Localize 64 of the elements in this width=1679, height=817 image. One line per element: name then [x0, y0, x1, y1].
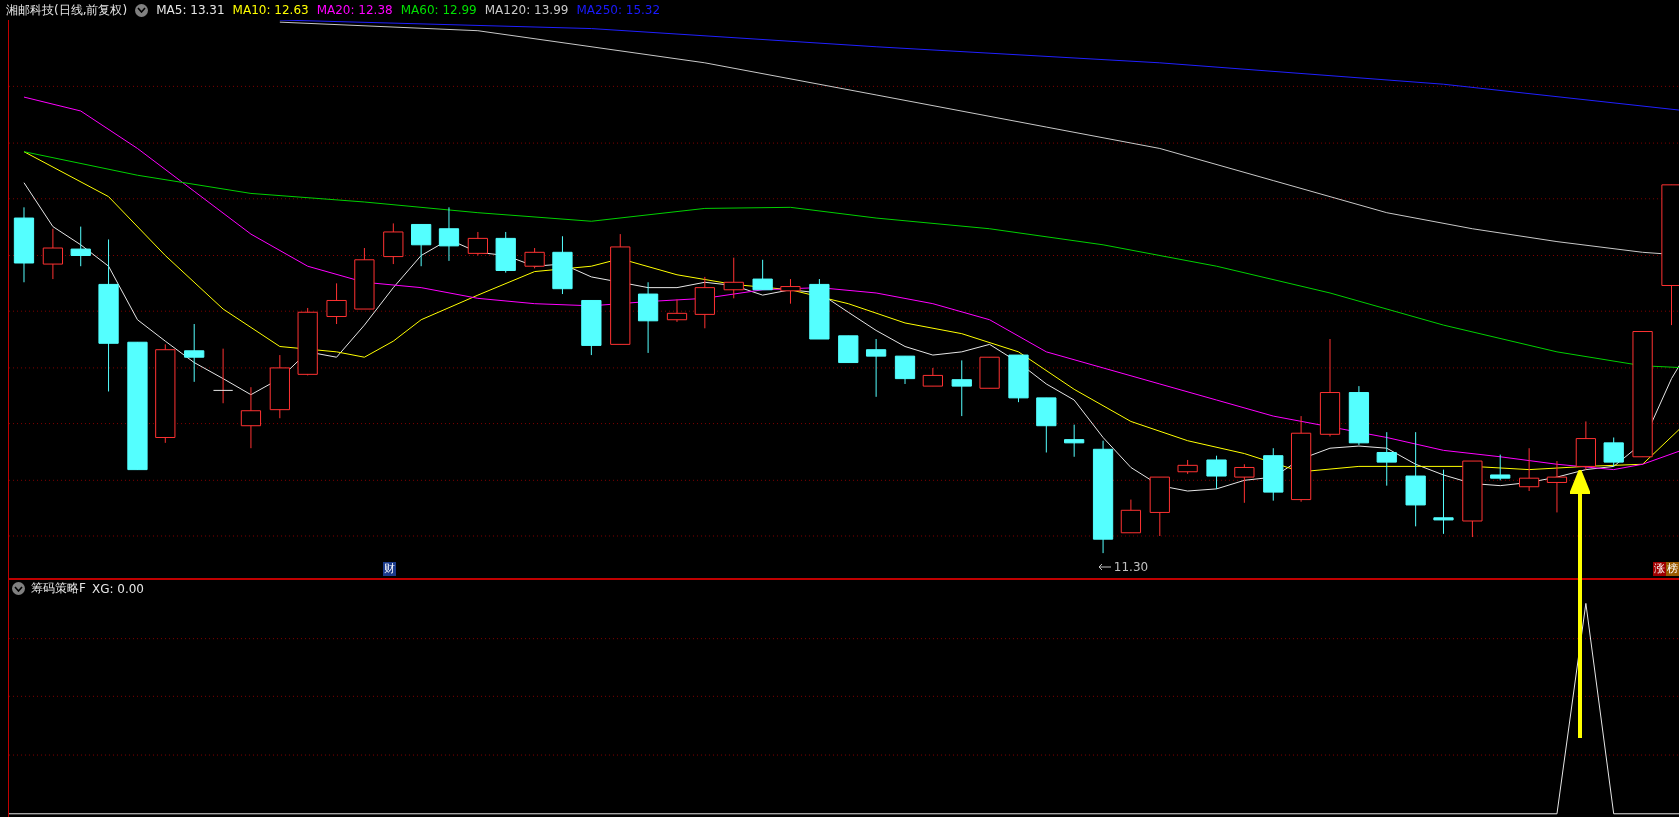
candlestick [1008, 354, 1029, 403]
candlestick [637, 282, 659, 354]
candlestick [411, 224, 432, 267]
up-arrow-icon [1570, 470, 1590, 738]
dropdown-caret-icon[interactable] [135, 3, 149, 17]
candlestick [438, 207, 460, 262]
indicator-title: 筹码策略F [31, 580, 86, 597]
candlestick [951, 360, 972, 417]
candlestick [42, 228, 64, 280]
moving-average-label: MA60: 12.99 [400, 3, 477, 18]
moving-average-label: MA20: 12.38 [316, 3, 393, 18]
candlestick [1575, 421, 1596, 471]
candlestick [383, 223, 404, 265]
moving-average-label: MA5: 13.31 [156, 3, 225, 18]
candlestick [1519, 447, 1540, 492]
candlestick [838, 335, 859, 364]
candlestick [326, 283, 347, 325]
candlestick [752, 259, 773, 291]
candlestick [1376, 431, 1397, 487]
candlestick [1490, 454, 1511, 482]
candlestick [780, 278, 801, 305]
moving-average-label: MA120: 13.99 [484, 3, 569, 18]
stock-title: 湘邮科技(日线,前复权) [6, 1, 128, 19]
candlestick [1149, 476, 1170, 537]
candlestick [1263, 447, 1284, 502]
candlestick [1036, 397, 1057, 454]
low-price-value: 11.30 [1113, 560, 1149, 574]
candlestick [70, 226, 91, 267]
candlestick [979, 357, 1000, 389]
indicator-reading: XG: 0.00 [91, 581, 144, 596]
candlestick [495, 231, 516, 274]
candlestick [723, 257, 744, 300]
moving-average-label: MA250: 15.32 [576, 3, 661, 18]
candlestick [1120, 499, 1142, 534]
candlestick [212, 348, 234, 404]
event-marker[interactable]: 财 [383, 562, 397, 576]
candlestick [1603, 437, 1624, 468]
candlestick [1064, 424, 1085, 458]
candlestick [1177, 459, 1198, 475]
limit-up-badge[interactable]: 榜 [1666, 562, 1679, 576]
candlestick [1348, 385, 1370, 446]
limit-up-badge[interactable]: 涨 [1653, 562, 1666, 576]
candlestick [1206, 455, 1227, 490]
left-arrow-icon [1097, 563, 1112, 571]
moving-average-label: MA10: 12.63 [232, 3, 309, 18]
candlestick [581, 300, 602, 356]
candlestick [1433, 469, 1454, 535]
candlestick [809, 278, 830, 340]
candlestick [666, 299, 688, 323]
candlestick [354, 247, 375, 310]
candlestick [552, 236, 573, 295]
candlestick [524, 247, 545, 270]
candlestick [922, 367, 943, 387]
candlestick [184, 323, 205, 383]
candlestick [866, 338, 887, 398]
candlestick [1546, 460, 1568, 514]
candlestick [1234, 464, 1255, 504]
candlestick [894, 355, 916, 385]
candlestick [694, 276, 715, 330]
dropdown-caret-icon[interactable] [12, 582, 25, 595]
candlestick [467, 231, 488, 257]
candlestick [240, 386, 262, 449]
candlestick [297, 307, 318, 377]
candlestick [269, 354, 290, 419]
